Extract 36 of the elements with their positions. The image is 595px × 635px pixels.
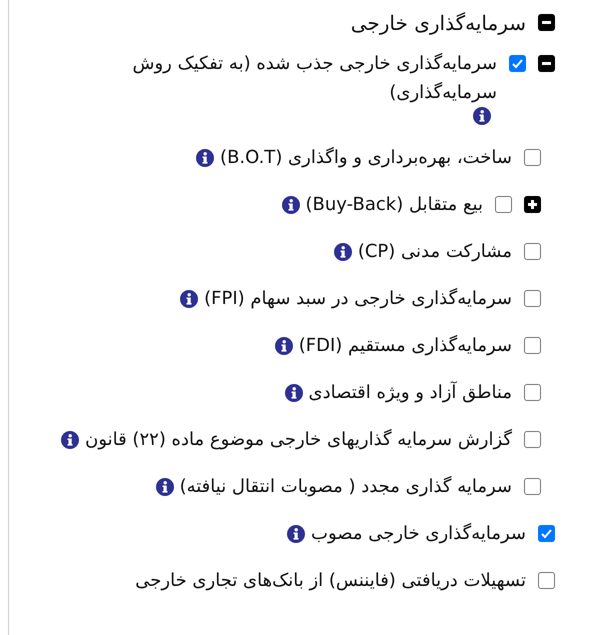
expand-icon[interactable] [524,196,541,213]
item-label: سرمایه‌گذاری خارجی جذب شده (به تفکیک روش سرمایه‌گذاری) [132,52,497,105]
item-label: گزارش سرمایه گذاریهای خارجی موضوع ماده (۲۲) قانون [85,428,512,452]
checkbox[interactable] [524,290,541,307]
checkbox[interactable] [524,243,541,260]
checkbox[interactable] [495,196,512,213]
item-label: تسهیلات دریافتی (فایننس) از بانک‌های تجاری خارجی [135,569,526,593]
checkbox[interactable] [524,431,541,448]
item-label: سرمایه گذاری مجدد ( مصوبات انتقال نیافته) [180,475,512,499]
tree-title: سرمایه‌گذاری خارجی [350,10,526,37]
item-label: سرمایه‌گذاری خارجی مصوب [311,522,526,546]
item-label: مشارکت مدنی (CP) [358,240,512,264]
info-icon[interactable] [287,524,306,542]
checkbox[interactable] [524,149,541,166]
info-icon[interactable] [473,107,491,125]
item-label: ساخت، بهره‌برداری و واگذاری (B.O.T) [220,146,512,170]
collapse-icon[interactable] [538,14,555,31]
checkbox[interactable] [538,525,555,542]
info-icon[interactable] [61,430,80,448]
checkbox[interactable] [524,384,541,401]
info-icon[interactable] [196,148,214,166]
checkbox[interactable] [538,572,555,589]
info-icon[interactable] [274,336,293,354]
info-icon[interactable] [156,478,174,496]
info-icon[interactable] [180,290,198,308]
info-icon[interactable] [284,384,303,402]
checkbox[interactable] [524,337,541,354]
item-label: سرمایه‌گذاری خارجی در سبد سهام (FPI) [204,287,512,311]
checkbox[interactable] [524,478,541,495]
info-icon[interactable] [282,196,300,214]
item-label: بیع متقابل (Buy-Back) [306,193,483,217]
item-label: مناطق آزاد و ویژه اقتصادی [308,380,512,405]
collapse-icon[interactable] [538,55,555,72]
checkbox[interactable] [509,55,526,72]
item-label: سرمایه‌گذاری مستقیم (FDI) [298,334,512,358]
info-icon[interactable] [334,242,352,260]
